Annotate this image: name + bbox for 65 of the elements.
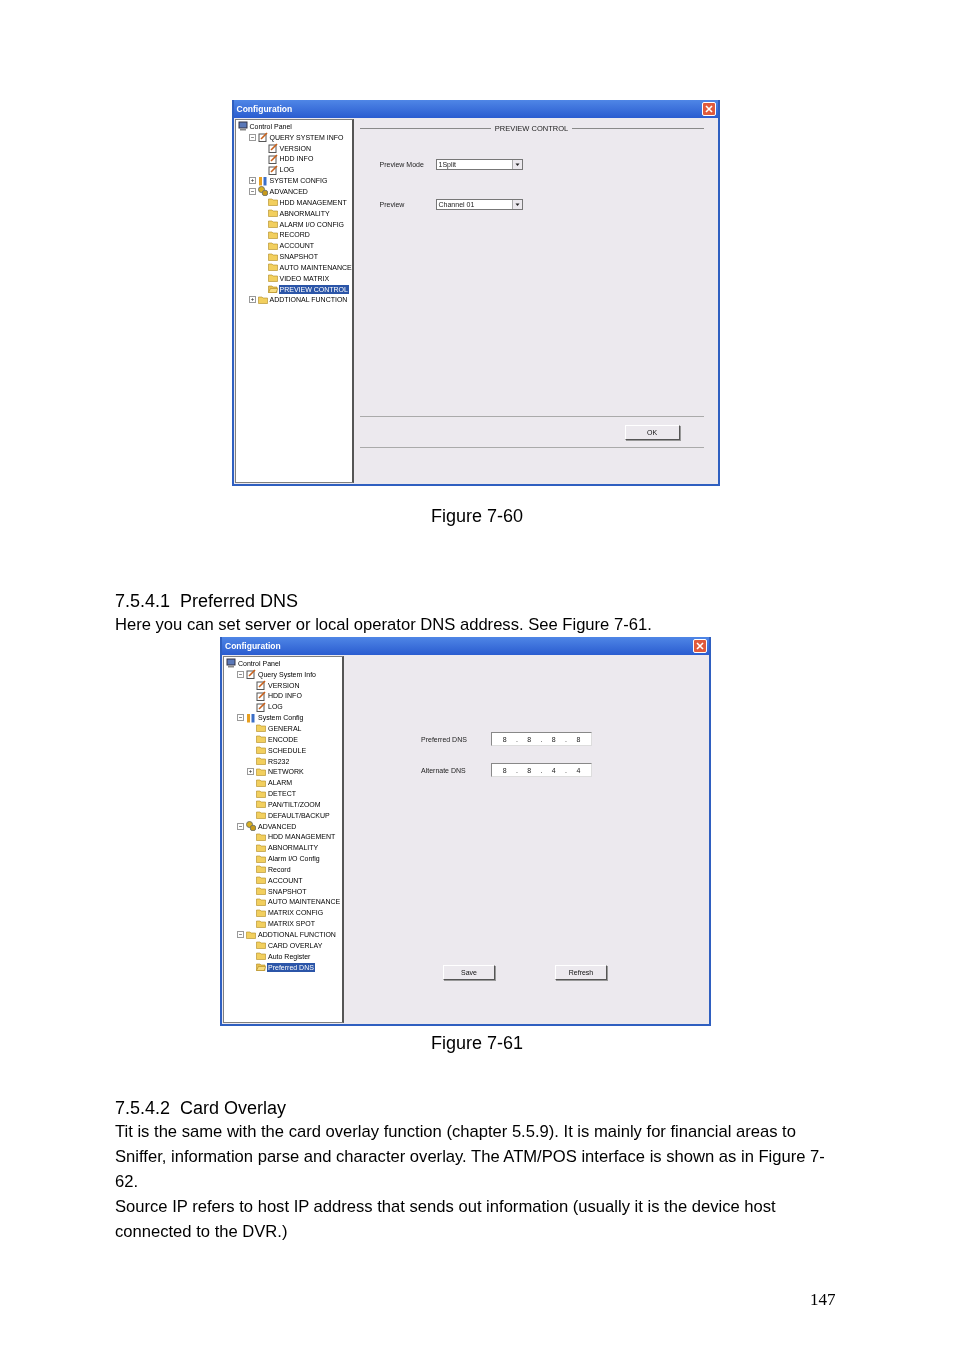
folder-icon bbox=[256, 745, 266, 756]
folder-icon bbox=[256, 723, 266, 734]
tools-icon bbox=[257, 175, 268, 186]
close-icon[interactable] bbox=[693, 639, 707, 653]
folder-icon bbox=[256, 853, 266, 864]
folder-icon bbox=[256, 864, 266, 875]
folder-icon bbox=[256, 734, 266, 745]
page-number: 147 bbox=[810, 1290, 836, 1310]
folder-icon bbox=[267, 208, 278, 219]
folder-icon bbox=[256, 756, 266, 766]
collapse-icon[interactable] bbox=[248, 133, 256, 141]
folder-icon bbox=[256, 831, 266, 842]
folder-icon bbox=[267, 197, 278, 208]
folder-icon bbox=[256, 918, 266, 929]
paragraph: Tit is the same with the card overlay function (chapter 5.5.9). It is mainly for financial areas to Sniffer, information parse and character overlay. The ATM/POS interface is shown as in Figure 7-62. bbox=[115, 1121, 826, 1193]
folder-icon bbox=[267, 273, 278, 284]
window-title: Configuration bbox=[225, 641, 281, 651]
folder-icon bbox=[256, 897, 266, 907]
folder-icon bbox=[256, 777, 266, 788]
notepad-icon bbox=[256, 701, 266, 712]
folder-icon bbox=[256, 951, 266, 962]
folder-icon bbox=[256, 875, 266, 886]
folder-icon bbox=[256, 907, 266, 918]
expand-icon[interactable] bbox=[248, 177, 256, 185]
window-title: Configuration bbox=[236, 104, 293, 114]
folder-icon bbox=[256, 799, 266, 810]
folder-icon bbox=[256, 962, 266, 973]
folder-icon bbox=[256, 810, 266, 821]
folder-icon bbox=[256, 886, 266, 897]
paragraph: Here you can set server or local operator DNS address. See Figure 7-61. bbox=[115, 614, 653, 636]
folder-icon bbox=[256, 788, 266, 799]
expand-icon[interactable] bbox=[248, 296, 256, 304]
figure-caption: Figure 7-60 bbox=[430, 506, 524, 527]
folder-icon bbox=[256, 766, 266, 777]
folder-icon bbox=[267, 229, 278, 240]
collapse-icon[interactable] bbox=[248, 188, 256, 195]
collapse-icon[interactable] bbox=[237, 931, 244, 938]
close-icon[interactable] bbox=[701, 102, 716, 116]
folder-icon bbox=[267, 251, 278, 262]
notepad-icon bbox=[267, 143, 278, 154]
tools-icon bbox=[246, 712, 256, 723]
folder-icon bbox=[267, 262, 278, 273]
notepad-icon bbox=[267, 164, 278, 175]
section-heading: 7.5.4.1 Preferred DNS bbox=[115, 591, 300, 612]
collapse-icon[interactable] bbox=[237, 822, 244, 830]
notepad-icon bbox=[267, 153, 278, 164]
folder-icon bbox=[267, 240, 278, 251]
notepad-icon bbox=[246, 669, 256, 680]
folder-icon bbox=[267, 219, 278, 229]
gears-icon bbox=[257, 186, 268, 197]
folder-icon bbox=[256, 842, 266, 853]
notepad-icon bbox=[256, 680, 266, 691]
figure-caption: Figure 7-61 bbox=[430, 1033, 524, 1054]
section-heading: 7.5.4.2 Card Overlay bbox=[115, 1098, 288, 1119]
collapse-icon[interactable] bbox=[237, 670, 244, 678]
folder-icon bbox=[256, 940, 266, 951]
folder-icon bbox=[267, 284, 278, 295]
folder-icon bbox=[246, 929, 256, 940]
notepad-icon bbox=[257, 132, 268, 143]
expand-icon[interactable] bbox=[247, 768, 254, 776]
collapse-icon[interactable] bbox=[237, 714, 244, 722]
folder-icon bbox=[257, 294, 268, 305]
paragraph: Source IP refers to host IP address that sends out information (usually it is the device host connected to the DVR.) bbox=[115, 1196, 777, 1243]
gears-icon bbox=[246, 821, 256, 832]
notepad-icon bbox=[256, 690, 266, 701]
